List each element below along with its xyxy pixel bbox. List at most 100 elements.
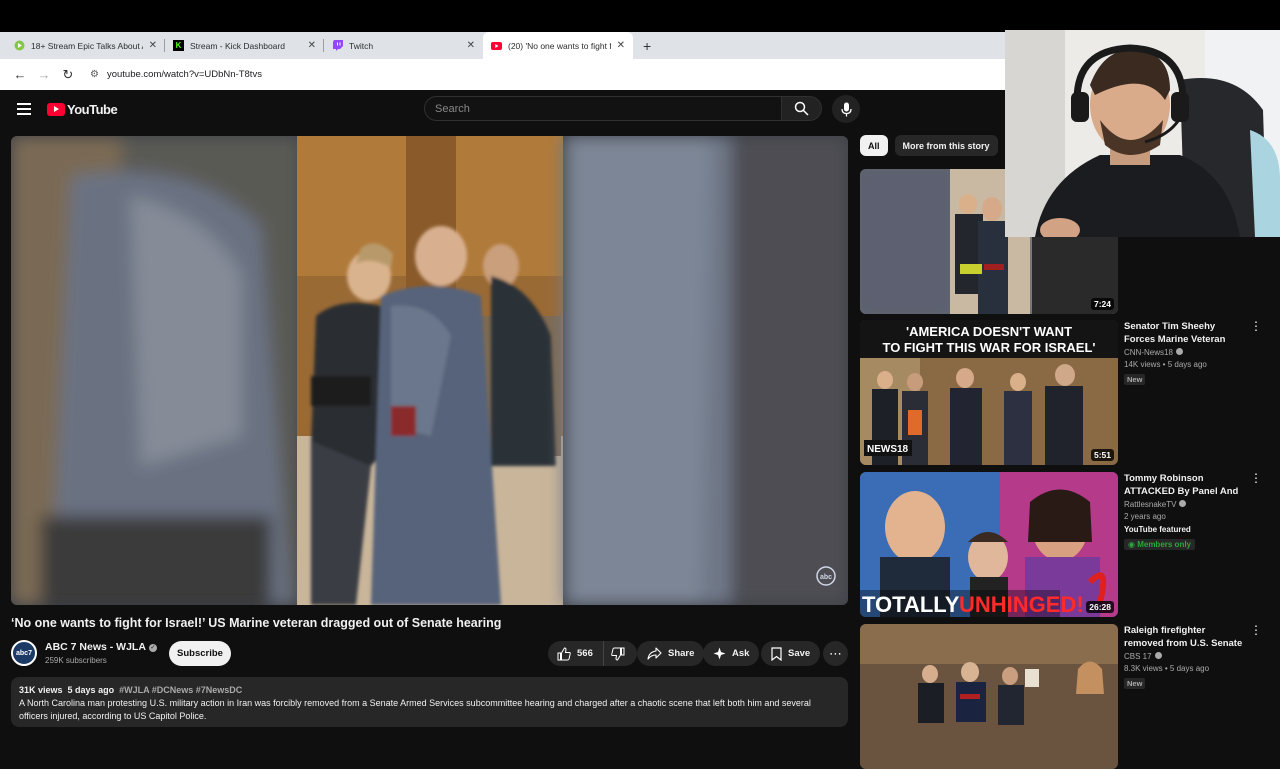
new-badge: New: [1124, 374, 1146, 385]
more-options-icon[interactable]: ⋮: [1250, 624, 1262, 636]
site-settings-icon[interactable]: ⚙: [90, 69, 99, 80]
more-options-icon[interactable]: ⋮: [1250, 320, 1262, 332]
video-title: ‘No one wants to fight for Israel!’ US M…: [11, 616, 502, 630]
tab-label: Stream - Kick Dashboard: [190, 40, 285, 51]
back-arrow-icon[interactable]: ←: [8, 67, 32, 82]
channel-name-text: ABC 7 News - WJLA: [45, 641, 146, 653]
more-actions-icon[interactable]: ⋯: [823, 641, 848, 666]
recommendation-channel[interactable]: CBS 17: [1124, 652, 1244, 661]
verified-check-icon: [1175, 348, 1183, 355]
recommendation-info: Senator Tim Sheehy Forces Marine Veteran…: [1124, 320, 1244, 387]
save-label: Save: [788, 648, 811, 659]
kick-icon: K: [173, 40, 184, 51]
webcam-image: [1005, 30, 1280, 237]
new-tab-icon[interactable]: +: [643, 38, 651, 54]
search-input[interactable]: Search: [424, 96, 782, 121]
dislike-button[interactable]: [604, 641, 637, 666]
channel-row: abc7 ABC 7 News - WJLA ✓ 259K subscribers…: [11, 638, 851, 668]
search-button[interactable]: [781, 96, 822, 121]
verified-check-icon: ✓: [148, 644, 157, 652]
channel-name[interactable]: ABC 7 News - WJLA ✓: [45, 641, 157, 653]
recommendation-title[interactable]: Raleigh firefighter removed from U.S. Se…: [1124, 624, 1244, 650]
youtube-featured-label: YouTube featured: [1124, 525, 1191, 534]
voice-search-button[interactable]: [832, 95, 860, 123]
browser-tab-youtube[interactable]: (20) 'No one wants to fight for ✕: [483, 32, 633, 59]
thumb-logo-text: NEWS18: [867, 444, 909, 455]
url-field[interactable]: ⚙ youtube.com/watch?v=UDbNn-T8tvs: [90, 69, 262, 80]
share-button[interactable]: Share: [637, 641, 705, 666]
youtube-logo[interactable]: YouTube: [47, 101, 118, 117]
youtube-icon: [491, 40, 502, 51]
twitch-icon: [332, 40, 343, 51]
thumb-headline: 'AMERICA DOESN'T WANT: [906, 324, 1072, 339]
video-duration: 7:24: [1090, 298, 1114, 310]
browser-tab-kick[interactable]: K Stream - Kick Dashboard ✕: [165, 32, 324, 59]
youtube-header: YouTube Search: [0, 90, 1005, 128]
video-thumbnail[interactable]: TOTALLY UNHINGED! 26:28: [860, 472, 1118, 617]
thumbs-up-icon: [557, 646, 571, 660]
video-player[interactable]: abc: [11, 136, 848, 605]
recommendation-channel[interactable]: RattlesnakeTV: [1124, 500, 1244, 509]
news18-logo: NEWS18: [864, 440, 912, 456]
channel-avatar[interactable]: abc7: [11, 640, 37, 666]
tab-label: 18+ Stream Epic Talks About A: [31, 40, 143, 51]
recommendation-title[interactable]: Tommy Robinson ATTACKED By Panel And ...: [1124, 472, 1244, 498]
recommendation-meta: 2 years ago: [1124, 512, 1166, 521]
hashtags[interactable]: #WJLA #DCNews #7NewsDC: [119, 685, 242, 695]
share-icon: [647, 647, 662, 660]
recommendation-meta: 8.3K views • 5 days ago: [1124, 664, 1210, 673]
thumbnail-image: NEWS18 'AMERICA DOESN'T WANT TO FIGHT TH…: [860, 320, 1118, 465]
new-badge: New: [1124, 678, 1146, 689]
video-thumbnail[interactable]: [860, 624, 1118, 769]
recommendation-info: Tommy Robinson ATTACKED By Panel And ...…: [1124, 472, 1244, 552]
more-options-icon[interactable]: ⋮: [1250, 472, 1262, 484]
channel-text: RattlesnakeTV: [1124, 500, 1177, 509]
bookmark-icon: [771, 646, 782, 661]
close-tab-icon[interactable]: ✕: [149, 40, 157, 51]
recommendation-info: Raleigh firefighter removed from U.S. Se…: [1124, 624, 1244, 691]
os-top-bar: [0, 0, 1280, 32]
url-text: youtube.com/watch?v=UDbNn-T8tvs: [106, 69, 262, 80]
video-thumbnail[interactable]: NEWS18 'AMERICA DOESN'T WANT TO FIGHT TH…: [860, 320, 1118, 465]
channel-text: CNN-News18: [1124, 348, 1173, 357]
browser-tab-twitch[interactable]: Twitch ✕: [324, 32, 483, 59]
video-duration: 5:51: [1090, 449, 1114, 461]
video-duration: 26:28: [1086, 601, 1114, 613]
hamburger-menu-icon[interactable]: [17, 100, 31, 118]
members-text: Members only: [1137, 540, 1191, 549]
thumb-headline: TOTALLY: [862, 592, 960, 617]
upload-age: 5 days ago: [67, 685, 115, 695]
like-button[interactable]: 566: [548, 641, 604, 666]
search-icon: [794, 101, 809, 116]
subscribe-button[interactable]: Subscribe: [169, 641, 231, 666]
chip-more-from-story[interactable]: More from this story: [894, 135, 998, 156]
recommendation-channel[interactable]: CNN-News18: [1124, 348, 1244, 357]
like-dislike-group: 566: [548, 641, 637, 666]
filter-chips: All More from this story: [860, 135, 1005, 156]
tab-label: Twitch: [349, 40, 374, 51]
ask-button[interactable]: Ask: [703, 641, 760, 666]
chip-all[interactable]: All: [860, 135, 888, 156]
browser-tab-strip: 18+ Stream Epic Talks About A ✕ K Stream…: [0, 32, 1005, 59]
thumbs-down-icon: [610, 647, 624, 661]
close-tab-icon[interactable]: ✕: [467, 40, 475, 51]
logo-text: YouTube: [67, 101, 118, 117]
verified-check-icon: [1179, 500, 1187, 507]
browser-tab-rumble[interactable]: 18+ Stream Epic Talks About A ✕: [6, 32, 165, 59]
channel-text: CBS 17: [1124, 652, 1152, 661]
microphone-icon: [840, 102, 852, 116]
close-tab-icon[interactable]: ✕: [308, 40, 316, 51]
close-tab-icon[interactable]: ✕: [617, 40, 625, 51]
thumb-headline-2: UNHINGED!: [959, 592, 1084, 617]
thumbnail-image: [860, 624, 1118, 769]
recommendation-meta: 14K views • 5 days ago: [1124, 360, 1207, 369]
subscriber-count: 259K subscribers: [45, 656, 107, 665]
verified-check-icon: [1154, 652, 1162, 659]
sparkle-icon: [713, 647, 726, 660]
recommendation-title[interactable]: Senator Tim Sheehy Forces Marine Veteran…: [1124, 320, 1244, 346]
thumbnail-image: TOTALLY UNHINGED!: [860, 472, 1118, 617]
save-button[interactable]: Save: [761, 641, 821, 666]
address-bar: ← → ↻ ⚙ youtube.com/watch?v=UDbNn-T8tvs: [0, 59, 1005, 90]
reload-icon[interactable]: ↻: [56, 67, 80, 83]
forward-arrow-icon[interactable]: →: [32, 67, 56, 82]
